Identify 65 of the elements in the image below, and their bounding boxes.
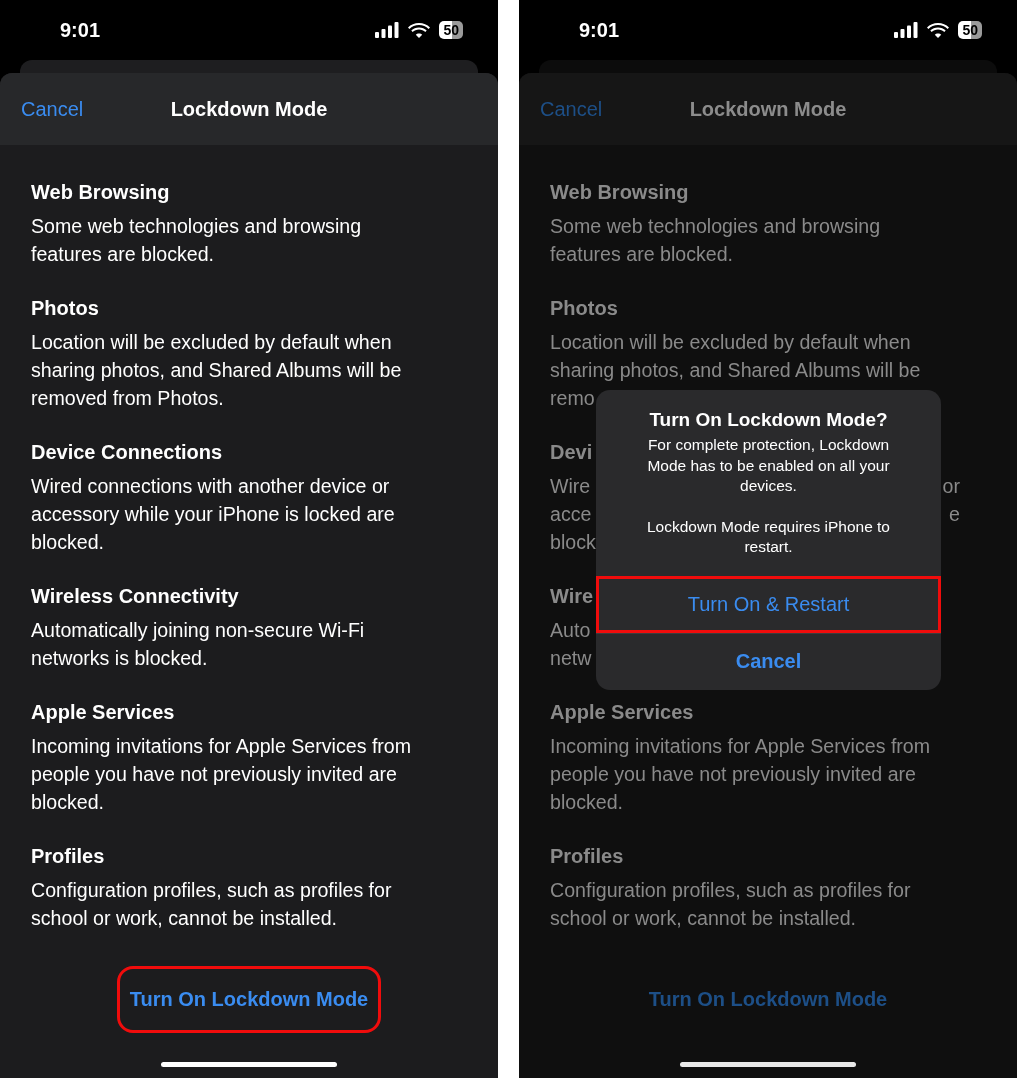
signal-icon [375,22,400,38]
alert-message: For complete protection, Lockdown Mode has to be enabled on all your devices. [646,435,891,496]
section-text: Incoming invitations for Apple Services from [31,734,412,759]
section-title: Photos [550,297,618,319]
section-text: Configuration profiles, such as profiles for [550,878,911,903]
section-text: blocked. [31,530,104,555]
section-text: Automatically joining non-secure Wi-Fi [31,618,365,643]
section-title: Profiles [31,845,105,867]
section-text: people you have not previously invited are [31,762,397,787]
section-title: Web Browsing [31,181,170,203]
wifi-icon [927,22,950,38]
section-text: people you have not previously invited are [550,762,916,787]
wifi-icon [408,22,431,38]
turn-on-button[interactable]: Turn On Lockdown Mode [116,966,382,1033]
section-text: features are blocked. [31,242,214,267]
section-text: networks is blocked. [31,646,208,671]
home-indicator[interactable] [680,1062,856,1067]
section-text: block [550,530,596,555]
section-text: Some web technologies and browsing [550,214,881,239]
section-text: Wired connections with another device or [31,474,390,499]
status-time: 9:01 [60,18,102,42]
section-text: features are blocked. [550,242,733,267]
section-text: netw [550,646,592,671]
section-title: Device Connections [31,441,223,463]
alert-title: Turn On Lockdown Mode? [648,408,889,432]
section-text: blocked. [550,790,623,815]
section-text: school or work, cannot be installed. [31,906,338,931]
home-indicator[interactable] [161,1062,337,1067]
section-text: or [942,474,960,499]
section-title: Wire [550,585,594,607]
section-text: Wire [550,474,591,499]
restart-button[interactable]: Turn On & Restart [596,575,941,633]
battery-indicator: 50 [439,21,463,39]
section-title: Web Browsing [550,181,689,203]
section-text: blocked. [31,790,104,815]
section-text: Incoming invitations for Apple Services from [550,734,931,759]
battery-indicator: 50 [958,21,982,39]
sheet-title: Lockdown Mode [170,97,328,121]
section-text: removed from Photos. [31,386,224,411]
section-text: Some web technologies and browsing [31,214,362,239]
sheet-title: Lockdown Mode [689,97,847,121]
cancel-button[interactable]: Cancel [21,97,84,121]
section-text: sharing photos, and Shared Albums will be [550,358,921,383]
section-title: Wireless Connectivity [31,585,239,607]
section-title: Profiles [550,845,624,867]
section-text: Location will be excluded by default when [550,330,911,355]
cancel-button[interactable]: Cancel [540,97,603,121]
section-text: accessory while your iPhone is locked are [31,502,395,527]
cancel-button[interactable]: Cancel [596,632,941,690]
section-text: remo [550,386,595,411]
turn-on-button[interactable]: Turn On Lockdown Mode [635,966,901,1033]
signal-icon [894,22,919,38]
section-text: Auto [550,618,591,643]
section-text: school or work, cannot be installed. [550,906,857,931]
section-text: acce [550,502,592,527]
section-title: Apple Services [31,701,175,723]
section-text: Configuration profiles, such as profiles for [31,878,392,903]
section-title: Devi [550,441,593,463]
alert-message: Lockdown Mode requires iPhone to restart. [646,516,891,557]
section-text: sharing photos, and Shared Albums will be [31,358,402,383]
status-time: 9:01 [579,18,621,42]
section-text: Location will be excluded by default when [31,330,392,355]
section-text: e [949,502,960,527]
section-title: Apple Services [550,701,694,723]
section-title: Photos [31,297,99,319]
